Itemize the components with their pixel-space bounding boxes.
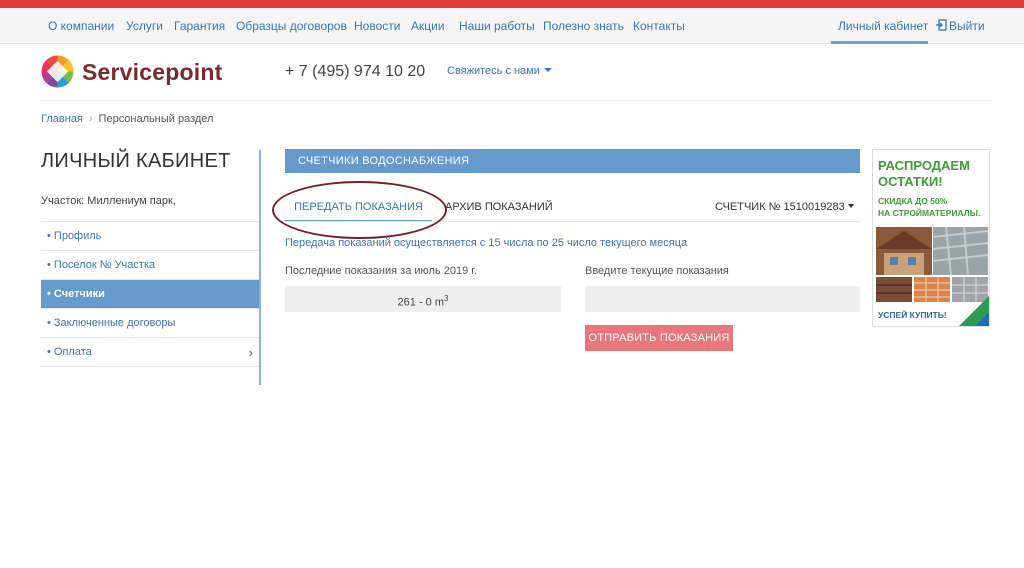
promo-building-materials-image: [876, 227, 988, 302]
section-header: СЧЕТЧИКИ ВОДОСНАБЖЕНИЯ: [285, 149, 860, 173]
contact-us-dropdown[interactable]: Свяжитесь с нами: [447, 65, 552, 77]
header-divider: [41, 100, 991, 101]
chevron-right-icon: ›: [248, 345, 253, 360]
caret-down-icon: [847, 204, 854, 208]
breadcrumb-home[interactable]: Главная: [41, 113, 83, 125]
meter-selector[interactable]: СЧЕТЧИК № 1510019283: [715, 194, 854, 222]
phone-number: + 7 (495) 974 10 20: [285, 63, 426, 80]
promo-subtitle-line2: НА СТРОЙМАТЕРИАЛЫ.: [878, 208, 981, 218]
promo-headline-line2: ОСТАТКИ!: [878, 174, 943, 189]
sidebar-item-village-plot[interactable]: • Поселок № Участка: [41, 251, 260, 280]
sidebar-menu: • Профиль • Поселок № Участка • Счетчики…: [41, 221, 260, 367]
nav-link-services[interactable]: Услуги: [126, 19, 163, 33]
servicepoint-logo-icon[interactable]: [41, 55, 74, 88]
active-nav-underline: [831, 41, 928, 44]
current-readings-label: Введите текущие показания: [585, 265, 729, 277]
sidebar-item-profile[interactable]: • Профиль: [41, 222, 260, 251]
current-readings-input[interactable]: [585, 286, 860, 312]
promo-subtitle: СКИДКА ДО 50% НА СТРОЙМАТЕРИАЛЫ.: [878, 195, 980, 219]
chevron-down-icon: [543, 68, 552, 72]
submit-readings-button[interactable]: ОТПРАВИТЬ ПОКАЗАНИЯ: [585, 325, 733, 351]
contact-us-label: Свяжитесь с нами: [447, 65, 540, 77]
logout-link[interactable]: Выйти: [935, 19, 985, 33]
top-navigation: О компании Услуги Гарантия Образцы догов…: [0, 8, 1024, 44]
sidebar-item-payment[interactable]: • Оплата ›: [41, 338, 260, 367]
promo-banner[interactable]: РАСПРОДАЕМ ОСТАТКИ! СКИДКА ДО 50% НА СТРОЙ…: [872, 149, 990, 327]
page-title: ЛИЧНЫЙ КАБИНЕТ: [41, 150, 231, 172]
nav-link-news[interactable]: Новости: [354, 19, 400, 33]
nav-link-useful-info[interactable]: Полезно знать: [543, 19, 624, 33]
nav-link-promotions[interactable]: Акции: [411, 19, 445, 33]
promo-corner-accent: [975, 312, 989, 326]
breadcrumb-separator-icon: ›: [88, 113, 93, 125]
annotation-circle: [272, 181, 447, 239]
nav-link-contacts[interactable]: Контакты: [633, 19, 685, 33]
last-readings-label: Последние показания за июль 2019 г.: [285, 265, 477, 277]
meter-selector-label: СЧЕТЧИК № 1510019283: [715, 201, 845, 213]
nav-link-our-works[interactable]: Наши работы: [459, 19, 535, 33]
unit-superscript: 3: [444, 294, 449, 303]
nav-link-about[interactable]: О компании: [48, 19, 114, 33]
nav-link-contract-samples[interactable]: Образцы договоров: [236, 19, 347, 33]
promo-subtitle-line1: СКИДКА ДО 50%: [878, 196, 948, 206]
breadcrumb: Главная › Персональный раздел: [41, 113, 213, 125]
breadcrumb-current: Персональный раздел: [98, 113, 214, 125]
nav-link-personal-cabinet[interactable]: Личный кабинет: [838, 19, 928, 33]
plot-info: Участок: Миллениум парк,: [41, 195, 176, 207]
last-readings-number: 261 - 0 m: [397, 296, 444, 309]
sidebar-item-meters[interactable]: • Счетчики: [41, 280, 260, 309]
submission-period-info: Передача показаний осуществляется с 15 ч…: [285, 237, 688, 249]
last-readings-value: 261 - 0 m3: [285, 286, 561, 312]
promo-headline: РАСПРОДАЕМ ОСТАТКИ!: [878, 158, 970, 190]
sidebar-item-payment-label: • Оплата: [47, 346, 92, 358]
promo-headline-line1: РАСПРОДАЕМ: [878, 158, 970, 173]
promo-cta: УСПЕЙ КУПИТЬ!: [878, 310, 947, 320]
brand-name[interactable]: Servicepoint: [82, 59, 222, 86]
nav-link-warranty[interactable]: Гарантия: [174, 19, 225, 33]
logout-icon: [936, 19, 947, 31]
tab-readings-archive[interactable]: АРХИВ ПОКАЗАНИЙ: [445, 194, 553, 222]
top-accent-stripe: [0, 0, 1024, 8]
sidebar-item-contracts[interactable]: • Заключенные договоры: [41, 309, 260, 338]
sidebar-divider: [259, 150, 261, 385]
logout-label: Выйти: [949, 19, 985, 33]
